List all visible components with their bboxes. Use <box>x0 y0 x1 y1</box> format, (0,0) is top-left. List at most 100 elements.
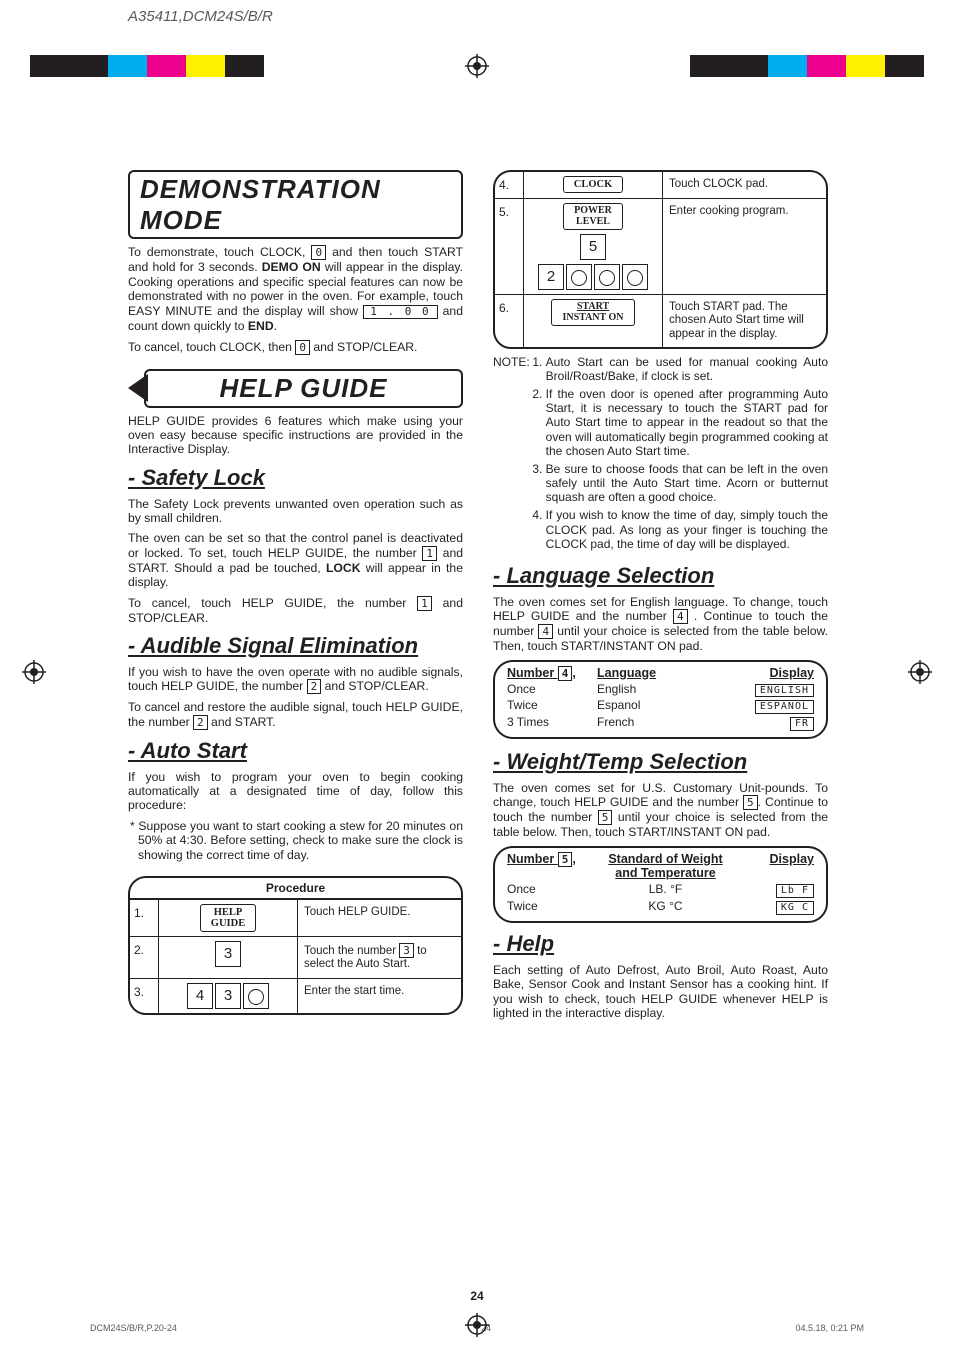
step-num: 6. <box>495 295 523 347</box>
col-number: Number 5, <box>507 852 597 882</box>
weight-title: - Weight/Temp Selection <box>493 749 828 775</box>
step-num: 3. <box>130 979 158 1013</box>
text: - Auto Start <box>128 738 247 763</box>
cell: Lb F <box>734 882 814 898</box>
key-1: 1 <box>417 596 432 611</box>
num-pad-0 <box>622 264 648 290</box>
text: . <box>274 319 277 333</box>
left-column: DEMONSTRATION MODE To demonstrate, touch… <box>128 170 463 1026</box>
table-row: 6. STARTINSTANT ON Touch START pad. The … <box>495 294 826 347</box>
footer-left: DCM24S/B/R,P.20-24 <box>90 1323 177 1333</box>
help-guide-pad: HELP GUIDE <box>200 904 256 932</box>
step-button: POWER LEVEL 5 2 <box>523 199 663 294</box>
clock-pad: CLOCK <box>563 176 624 193</box>
table-row: 3 TimesFrench FR <box>507 714 814 731</box>
circle-icon <box>599 270 615 286</box>
safety-title: - Safety Lock <box>128 465 463 491</box>
start-pad: STARTINSTANT ON <box>551 299 634 326</box>
lcd-display: FR <box>790 717 814 731</box>
text: - Language Selection <box>493 563 714 588</box>
key-0: 0 <box>311 245 326 260</box>
cell: Once <box>507 882 597 898</box>
text: - Weight/Temp Selection <box>493 749 747 774</box>
procedure-table: Procedure 1. HELP GUIDE Touch HELP GUIDE… <box>128 876 463 1015</box>
table-row: 1. HELP GUIDE Touch HELP GUIDE. <box>130 899 461 936</box>
autostart-title: - Auto Start <box>128 738 463 764</box>
procedure-header: Procedure <box>130 878 461 899</box>
header-model: A35411,DCM24S/B/R <box>128 8 273 25</box>
language-title: - Language Selection <box>493 563 828 589</box>
registration-mark-icon <box>908 660 932 684</box>
step-desc: Enter cooking program. <box>663 199 826 294</box>
helpguide-title: HELP GUIDE <box>144 369 463 408</box>
text: To cancel and restore the audible signal… <box>128 700 463 728</box>
color-bar <box>0 55 954 77</box>
num-pad-3: 3 <box>215 941 241 967</box>
key-2: 2 <box>193 715 208 730</box>
text: Number <box>507 666 558 680</box>
text: Touch the number <box>304 945 399 957</box>
registration-mark-icon <box>465 1313 489 1337</box>
num-pad-0 <box>243 983 269 1009</box>
text: To cancel, touch HELP GUIDE, the number <box>128 596 417 610</box>
key-4: 4 <box>538 624 553 639</box>
circle-icon <box>248 989 264 1005</box>
text: START <box>577 301 609 312</box>
list-item: Auto Start can be used for manual cookin… <box>546 355 828 383</box>
page-number: 24 <box>0 1289 954 1303</box>
key-5: 5 <box>558 852 573 867</box>
step-desc: Enter the start time. <box>298 979 461 1013</box>
cell: Twice <box>507 899 597 915</box>
cell: Once <box>507 682 597 698</box>
step-desc: Touch CLOCK pad. <box>663 172 826 198</box>
cell: Espanol <box>597 698 734 714</box>
table-row: TwiceKG °CKG C <box>507 898 814 915</box>
audible-p1: If you wish to have the oven operate wit… <box>128 665 463 694</box>
table-row: 5. POWER LEVEL 5 2 Enter cooking program… <box>495 198 826 294</box>
lcd-display: KG C <box>776 901 814 915</box>
text: LOCK <box>326 561 361 575</box>
registration-mark-icon <box>22 660 46 684</box>
text: Suppose you want to start cooking a stew… <box>138 819 463 862</box>
text: - Help <box>493 931 554 956</box>
table-row: 4. CLOCK Touch CLOCK pad. <box>495 172 826 198</box>
registration-mark-icon <box>465 54 489 78</box>
text: - Audible Signal Elimination <box>128 633 418 658</box>
demo-para-1: To demonstrate, touch CLOCK, 0 and then … <box>128 245 463 334</box>
safety-p3: To cancel, touch HELP GUIDE, the number … <box>128 596 463 625</box>
table-row: OnceEnglishENGLISH <box>507 681 814 698</box>
cell: ENGLISH <box>734 682 814 698</box>
key-3: 3 <box>399 943 414 958</box>
cell: English <box>597 682 734 698</box>
step-desc: Touch HELP GUIDE. <box>298 900 461 936</box>
weight-p1: The oven comes set for U.S. Customary Un… <box>493 781 828 840</box>
audible-title: - Audible Signal Elimination <box>128 633 463 659</box>
num-pad-2: 2 <box>538 264 564 290</box>
step-num: 5. <box>495 199 523 294</box>
text: END <box>248 319 274 333</box>
step-desc: Touch START pad. The chosen Auto Start t… <box>663 295 826 347</box>
demo-title: DEMONSTRATION MODE <box>128 170 463 239</box>
key-4: 4 <box>673 609 688 624</box>
notes-label: NOTE: <box>493 355 530 555</box>
page: A35411,DCM24S/B/R DEMONSTRATION MODE To … <box>0 0 954 1351</box>
power-level-pad: POWER LEVEL <box>563 203 623 230</box>
cell: 3 Times <box>507 715 597 731</box>
step-num: 4. <box>495 172 523 198</box>
table-row: 3. 43 Enter the start time. <box>130 978 461 1013</box>
text: Number <box>507 852 558 866</box>
num-pad-0 <box>566 264 592 290</box>
autostart-p1: If you wish to program your oven to begi… <box>128 770 463 813</box>
text: , <box>572 852 575 866</box>
col-language: Language <box>597 666 734 681</box>
cell: French <box>597 715 734 731</box>
text: INSTANT ON <box>562 312 623 323</box>
key-5: 5 <box>743 795 758 810</box>
table-row: 2. 3 Touch the number 3 to select the Au… <box>130 936 461 977</box>
text: and STOP/CLEAR. <box>310 340 417 354</box>
col-display: Display <box>734 666 814 681</box>
step-button: STARTINSTANT ON <box>523 295 663 347</box>
autostart-p2: * Suppose you want to start cooking a st… <box>128 819 463 862</box>
text: and STOP/CLEAR. <box>321 679 428 693</box>
text: To demonstrate, touch CLOCK, <box>128 245 311 259</box>
